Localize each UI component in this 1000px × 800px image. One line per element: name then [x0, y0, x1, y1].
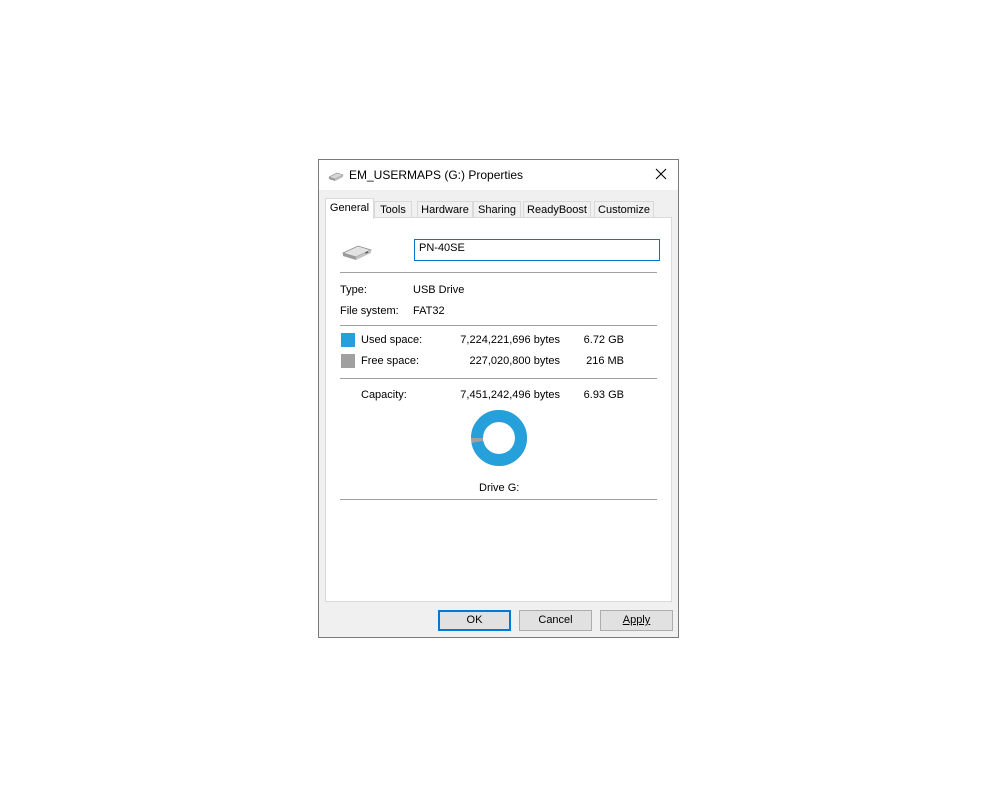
tab-sharing[interactable]: Sharing [473, 201, 521, 218]
usb-drive-icon [328, 172, 344, 182]
used-space-arc [471, 410, 527, 466]
used-space-bytes: 7,224,221,696 bytes [460, 334, 560, 346]
free-space-label: Free space: [361, 355, 420, 367]
apply-button[interactable]: Apply [600, 610, 673, 631]
usage-donut-chart [470, 409, 528, 467]
close-icon [655, 168, 667, 183]
dialog-buttons: OK Cancel Apply [319, 610, 678, 632]
properties-dialog: EM_USERMAPS (G:) Properties General Tool… [318, 159, 679, 638]
file-system-value: FAT32 [413, 305, 445, 317]
capacity-label: Capacity: [361, 389, 407, 401]
separator [340, 499, 657, 500]
title-bar: EM_USERMAPS (G:) Properties [319, 160, 678, 190]
tab-tools[interactable]: Tools [374, 201, 412, 218]
cancel-button[interactable]: Cancel [519, 610, 592, 631]
general-panel: Type: USB Drive File system: FAT32 Used … [325, 217, 672, 602]
tab-general[interactable]: General [325, 198, 374, 219]
tab-readyboost[interactable]: ReadyBoost [523, 201, 591, 218]
used-space-label: Used space: [361, 334, 423, 346]
usb-drive-icon [341, 244, 373, 262]
tab-customize[interactable]: Customize [594, 201, 654, 218]
used-space-swatch [341, 333, 355, 347]
tab-hardware[interactable]: Hardware [417, 201, 473, 218]
free-space-bytes: 227,020,800 bytes [469, 355, 560, 367]
separator [340, 378, 657, 379]
free-space-swatch [341, 354, 355, 368]
type-value: USB Drive [413, 284, 465, 296]
separator [340, 272, 657, 273]
type-label: Type: [340, 284, 367, 296]
separator [340, 325, 657, 326]
capacity-size: 6.93 GB [583, 389, 624, 401]
ok-button[interactable]: OK [438, 610, 511, 631]
window-title: EM_USERMAPS (G:) Properties [349, 168, 524, 182]
used-space-size: 6.72 GB [583, 334, 624, 346]
tab-strip: General Tools Hardware Sharing ReadyBoos… [325, 198, 672, 219]
capacity-bytes: 7,451,242,496 bytes [460, 389, 560, 401]
free-space-size: 216 MB [586, 355, 624, 367]
apply-button-label: Apply [622, 614, 651, 626]
close-button[interactable] [644, 160, 678, 190]
file-system-label: File system: [340, 305, 399, 317]
volume-name-input[interactable] [414, 239, 660, 261]
drive-label: Drive G: [479, 482, 520, 494]
